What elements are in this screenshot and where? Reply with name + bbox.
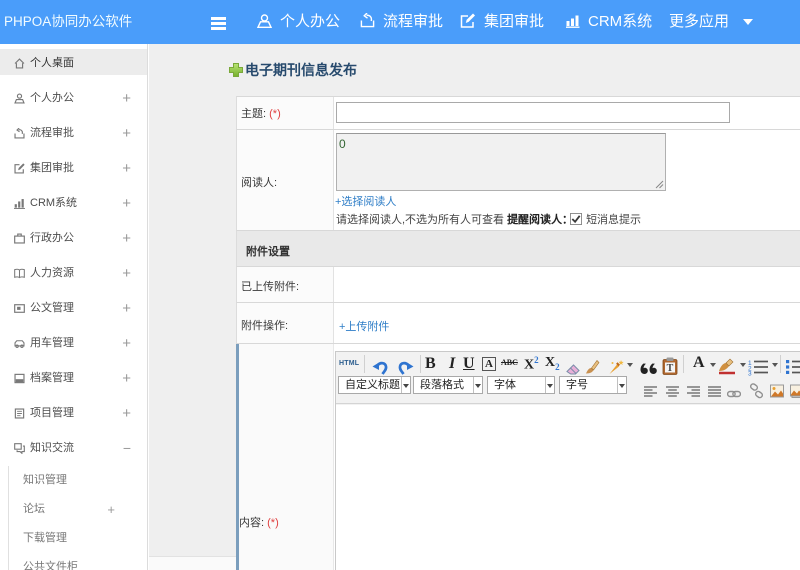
svg-text:3: 3 <box>748 371 752 378</box>
svg-text:T: T <box>667 363 674 374</box>
